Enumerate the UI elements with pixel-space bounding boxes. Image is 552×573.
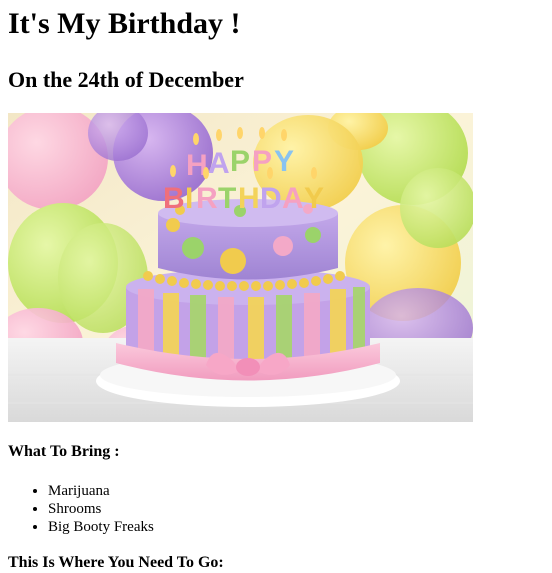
svg-text:B: B xyxy=(163,182,185,215)
list-item: Marijuana xyxy=(48,482,544,500)
page-subtitle: On the 24th of December xyxy=(8,67,244,92)
svg-text:T: T xyxy=(218,182,236,215)
svg-text:I: I xyxy=(185,182,193,215)
svg-text:A: A xyxy=(208,147,230,180)
svg-text:H: H xyxy=(238,182,260,215)
birthday-cake-image: H A P P Y B I R T H D A Y xyxy=(8,113,473,422)
list-item: Shrooms xyxy=(48,500,544,518)
page: It's My Birthday ! On the 24th of Decemb… xyxy=(0,0,552,573)
svg-text:Y: Y xyxy=(304,182,324,215)
svg-text:Y: Y xyxy=(274,145,294,178)
svg-text:A: A xyxy=(282,182,304,215)
svg-text:D: D xyxy=(260,182,282,215)
svg-text:R: R xyxy=(196,182,218,215)
list-item: Big Booty Freaks xyxy=(48,518,544,536)
bring-list: Marijuana Shrooms Big Booty Freaks xyxy=(8,482,544,536)
svg-text:P: P xyxy=(230,145,250,178)
bring-heading: What To Bring : xyxy=(8,443,120,460)
directions-heading: This Is Where You Need To Go: xyxy=(8,554,224,571)
page-title: It's My Birthday ! xyxy=(8,7,241,40)
